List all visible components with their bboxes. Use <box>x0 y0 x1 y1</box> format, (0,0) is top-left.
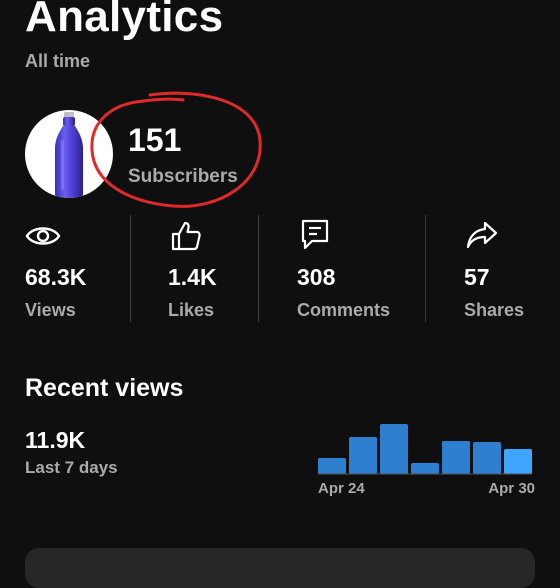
likes-value: 1.4K <box>168 264 217 290</box>
views-value: 68.3K <box>25 264 87 290</box>
chart-bar[interactable] <box>473 442 501 474</box>
comment-icon <box>301 219 329 250</box>
stat-divider <box>258 215 259 322</box>
bottom-card[interactable] <box>25 548 535 588</box>
share-icon <box>466 221 498 249</box>
stat-divider <box>425 215 426 322</box>
comments-label: Comments <box>297 300 391 320</box>
recent-views-title: Recent views <box>25 374 184 402</box>
chart-x-tick-label: Apr 30 <box>488 480 535 497</box>
shares-value: 57 <box>464 264 490 290</box>
recent-views-period: Last 7 days <box>25 458 118 477</box>
likes-label: Likes <box>168 300 215 320</box>
recent-views-chart[interactable]: Apr 24 Apr 30 <box>310 415 540 500</box>
chart-bar[interactable] <box>411 463 439 474</box>
subscriber-count: 151 <box>128 122 182 158</box>
eye-icon <box>25 227 61 245</box>
chart-bar[interactable] <box>504 449 532 474</box>
views-label: Views <box>25 300 76 320</box>
shares-label: Shares <box>464 300 525 320</box>
comments-value: 308 <box>297 264 336 290</box>
chart-bar[interactable] <box>318 458 346 474</box>
period-label: All time <box>25 51 91 71</box>
chart-bar[interactable] <box>349 437 377 474</box>
chart-bar[interactable] <box>442 441 470 474</box>
stat-divider <box>130 215 131 322</box>
page-title: Analytics <box>25 0 224 41</box>
thumbs-up-icon <box>171 221 201 251</box>
recent-views-value: 11.9K <box>25 427 86 453</box>
chart-bar[interactable] <box>380 424 408 474</box>
subscriber-label: Subscribers <box>128 166 238 187</box>
chart-x-tick-label: Apr 24 <box>318 480 365 497</box>
